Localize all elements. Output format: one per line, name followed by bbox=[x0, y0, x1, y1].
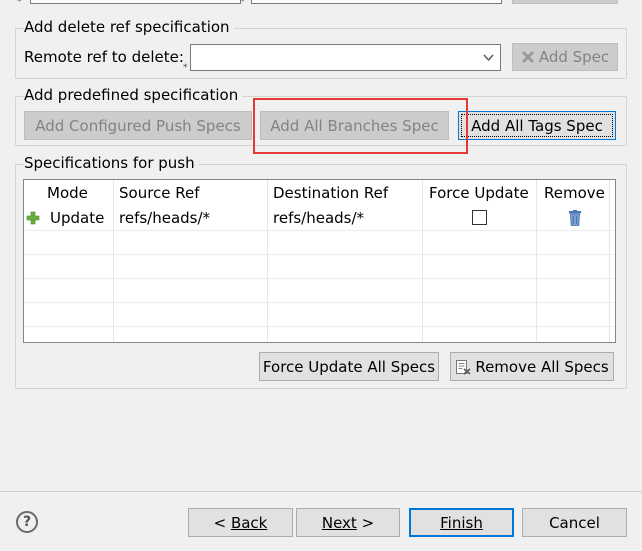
add-spec-button[interactable]: Add Spec bbox=[512, 43, 618, 71]
column-divider bbox=[422, 180, 423, 342]
add-configured-push-specs-button[interactable]: Add Configured Push Specs bbox=[24, 111, 252, 140]
row-divider bbox=[24, 278, 615, 279]
force-update-checkbox[interactable] bbox=[472, 210, 487, 225]
column-header-force-update[interactable]: Force Update bbox=[429, 180, 529, 206]
top-field-right[interactable] bbox=[251, 0, 502, 4]
back-button-label-prefix: < bbox=[213, 513, 231, 532]
force-update-all-specs-button[interactable]: Force Update All Specs bbox=[259, 352, 439, 381]
push-specs-table[interactable]: Mode Source Ref Destination Ref Force Up… bbox=[23, 179, 616, 343]
chevron-down-icon bbox=[483, 54, 494, 62]
next-button-label: Next bbox=[321, 513, 357, 532]
next-button-label-suffix: > bbox=[356, 513, 375, 532]
column-divider bbox=[113, 180, 114, 342]
mode-cell: Update bbox=[50, 209, 105, 227]
predefined-spec-group-title: Add predefined specification bbox=[24, 86, 243, 104]
row-divider bbox=[24, 254, 615, 255]
trash-icon[interactable] bbox=[569, 210, 581, 226]
destination-ref-cell[interactable]: refs/heads/* bbox=[273, 206, 364, 230]
cancel-button[interactable]: Cancel bbox=[522, 508, 627, 537]
row-divider bbox=[24, 326, 615, 327]
next-button[interactable]: Next > bbox=[296, 508, 400, 537]
column-header-mode[interactable]: Mode bbox=[47, 180, 88, 206]
column-divider bbox=[609, 180, 610, 342]
required-marker: * bbox=[183, 63, 188, 73]
column-divider bbox=[267, 180, 268, 342]
back-button[interactable]: < Back bbox=[188, 508, 293, 537]
close-icon bbox=[521, 50, 534, 64]
required-marker: * bbox=[17, 0, 22, 7]
delete-ref-group-title: Add delete ref specification bbox=[24, 18, 234, 36]
push-specs-group-title: Specifications for push bbox=[24, 154, 199, 172]
required-marker: * bbox=[240, 0, 245, 7]
remote-ref-combo[interactable] bbox=[190, 44, 501, 71]
column-header-remove[interactable]: Remove bbox=[544, 180, 605, 206]
column-header-destination-ref[interactable]: Destination Ref bbox=[273, 180, 388, 206]
finish-button-label: Finish bbox=[440, 513, 483, 532]
top-field-left[interactable] bbox=[30, 0, 241, 4]
row-divider bbox=[24, 302, 615, 303]
finish-button[interactable]: Finish bbox=[409, 508, 514, 537]
remove-all-specs-label: Remove All Specs bbox=[475, 357, 609, 376]
column-header-source-ref[interactable]: Source Ref bbox=[119, 180, 200, 206]
add-icon bbox=[26, 211, 40, 225]
remove-all-specs-button[interactable]: Remove All Specs bbox=[450, 352, 614, 381]
help-icon[interactable]: ? bbox=[16, 511, 38, 533]
source-ref-cell[interactable]: refs/heads/* bbox=[119, 206, 210, 230]
remove-list-icon bbox=[456, 359, 471, 375]
top-button-partial bbox=[512, 0, 618, 4]
force-update-all-specs-label: Force Update All Specs bbox=[262, 357, 436, 376]
table-row[interactable]: Update refs/heads/* refs/heads/* bbox=[24, 206, 615, 230]
add-all-tags-spec-button[interactable]: Add All Tags Spec bbox=[458, 111, 616, 140]
back-button-label: Back bbox=[230, 513, 268, 532]
add-configured-push-specs-label: Add Configured Push Specs bbox=[35, 116, 241, 135]
footer-separator bbox=[0, 491, 642, 492]
remote-ref-label: Remote ref to delete: bbox=[24, 48, 184, 66]
column-divider bbox=[536, 180, 537, 342]
add-spec-label: Add Spec bbox=[538, 48, 610, 66]
add-all-tags-spec-label: Add All Tags Spec bbox=[471, 116, 603, 135]
highlight-box bbox=[253, 98, 468, 154]
cancel-button-label: Cancel bbox=[549, 513, 600, 532]
row-divider bbox=[24, 230, 615, 231]
